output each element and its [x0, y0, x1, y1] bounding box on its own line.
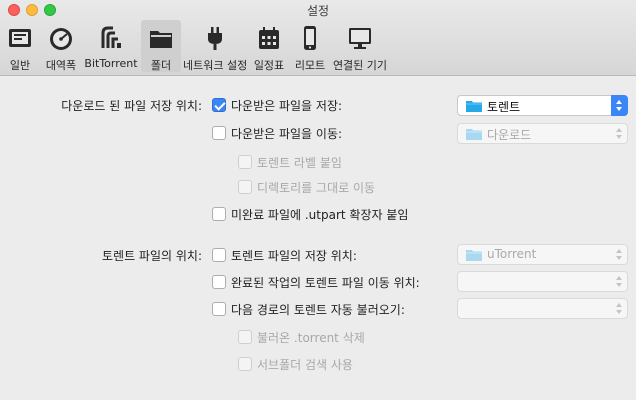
- preferences-window: 설정 일반 대역폭 BitTorrent 폴더 네트워크 설정 일정표 리모트 …: [0, 0, 636, 400]
- popup-stepper-icon: [611, 244, 628, 265]
- append-label-checkbox[interactable]: [238, 155, 252, 169]
- autoload-label: 다음 경로의 토렌트 자동 불러오기:: [231, 303, 405, 317]
- autoload-checkbox[interactable]: [212, 302, 226, 316]
- save-to-label: 다운받은 파일을 저장:: [231, 99, 343, 113]
- tab-devices-label: 연결된 기기: [332, 59, 388, 72]
- utpart-label: 미완료 파일에 .utpart 확장자 붙임: [231, 208, 409, 222]
- search-subfolders-label: 서브폴더 검색 사용: [257, 358, 353, 372]
- bandwidth-gauge-icon: [50, 28, 72, 50]
- popup-stepper-icon: [611, 95, 628, 116]
- save-to-folder-popup[interactable]: 토렌트: [457, 95, 628, 116]
- tab-scheduler[interactable]: 일정표: [250, 20, 288, 72]
- plug-icon: [208, 27, 222, 50]
- move-completed-checkbox[interactable]: [212, 275, 226, 289]
- bittorrent-icon: [101, 26, 121, 48]
- titlebar: 설정 일반 대역폭 BitTorrent 폴더 네트워크 설정 일정표 리모트 …: [0, 0, 636, 76]
- keep-directory-checkbox[interactable]: [238, 180, 252, 194]
- folder-icon: [150, 31, 172, 48]
- popup-stepper-icon: [611, 123, 628, 144]
- autoload-folder-popup[interactable]: [457, 298, 628, 319]
- folder-icon: [466, 101, 482, 112]
- tab-general-label: 일반: [9, 59, 31, 72]
- move-to-label: 다운받은 파일을 이동:: [231, 127, 343, 141]
- monitor-icon: [349, 28, 371, 49]
- general-icon: [9, 29, 31, 47]
- utpart-checkbox[interactable]: [212, 207, 226, 221]
- window-title: 설정: [306, 4, 330, 18]
- popup-stepper-icon: [611, 298, 628, 319]
- phone-icon: [304, 26, 316, 50]
- tab-bandwidth-label: 대역폭: [45, 59, 77, 72]
- download-location-label: 다운로드 된 파일 저장 위치:: [61, 99, 202, 113]
- move-to-folder-popup[interactable]: 다운로드: [457, 123, 628, 144]
- delete-loaded-checkbox[interactable]: [238, 330, 252, 344]
- delete-loaded-label: 불러온 .torrent 삭제: [257, 331, 365, 345]
- tab-bittorrent-label: BitTorrent: [84, 57, 138, 70]
- tab-general[interactable]: 일반: [2, 20, 38, 72]
- tab-bandwidth[interactable]: 대역폭: [41, 20, 81, 72]
- torrent-location-label: 토렌트 파일의 위치:: [102, 249, 202, 263]
- store-torrent-folder-name: uTorrent: [487, 247, 537, 261]
- tab-remote-label: 리모트: [294, 59, 326, 72]
- tab-bittorrent[interactable]: BitTorrent: [84, 20, 138, 72]
- keep-directory-label: 디렉토리를 그대로 이동: [257, 181, 376, 195]
- save-to-folder-name: 토렌트: [487, 100, 521, 114]
- tab-devices[interactable]: 연결된 기기: [332, 20, 388, 72]
- store-torrent-checkbox[interactable]: [212, 248, 226, 262]
- calendar-icon: [259, 27, 279, 49]
- append-label-label: 토렌트 라벨 붙임: [257, 156, 342, 170]
- move-completed-folder-popup[interactable]: [457, 271, 628, 292]
- tab-folders[interactable]: 폴더: [141, 20, 181, 72]
- store-torrent-folder-popup[interactable]: uTorrent: [457, 244, 628, 265]
- folder-icon: [466, 250, 482, 261]
- folder-icon: [466, 129, 482, 140]
- search-subfolders-checkbox[interactable]: [238, 357, 252, 371]
- popup-stepper-icon: [611, 271, 628, 292]
- move-to-checkbox[interactable]: [212, 126, 226, 140]
- tab-scheduler-label: 일정표: [253, 59, 285, 72]
- store-torrent-label: 토렌트 파일의 저장 위치:: [231, 249, 357, 263]
- move-completed-label: 완료된 작업의 토렌트 파일 이동 위치:: [231, 276, 420, 290]
- tab-folders-label: 폴더: [150, 59, 172, 72]
- tab-remote[interactable]: 리모트: [291, 20, 329, 72]
- save-to-checkbox[interactable]: [212, 98, 226, 112]
- tab-connection[interactable]: 네트워크 설정: [183, 20, 247, 72]
- move-to-folder-name: 다운로드: [487, 128, 532, 142]
- tab-connection-label: 네트워크 설정: [183, 59, 248, 72]
